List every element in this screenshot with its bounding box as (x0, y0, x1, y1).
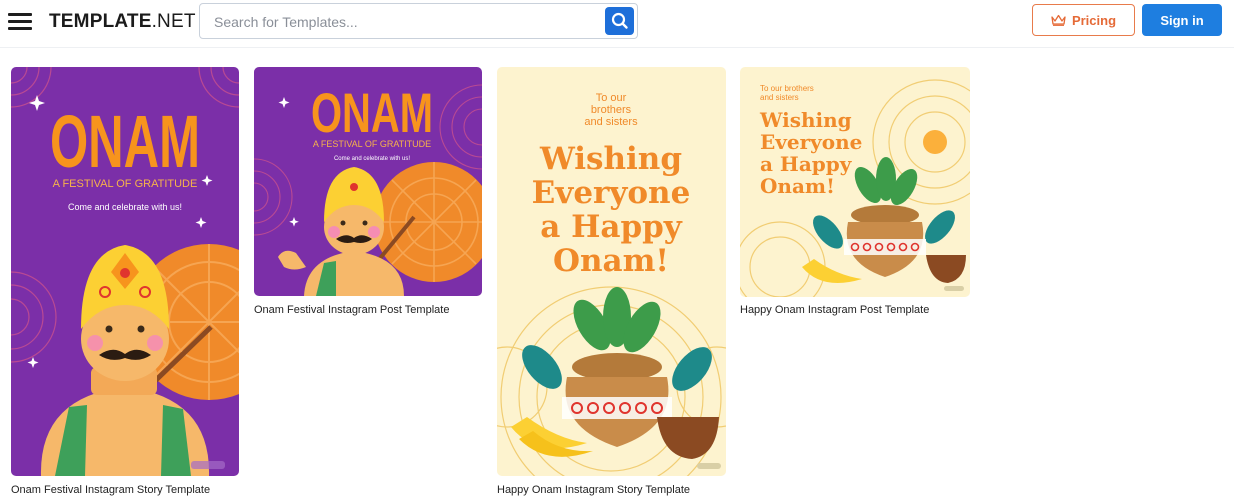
template-title[interactable]: Happy Onam Instagram Post Template (740, 304, 929, 316)
card-art-subtitle: A FESTIVAL OF GRATITUDE (53, 178, 198, 190)
card-art-wish: Wishing (539, 141, 682, 177)
signin-button[interactable]: Sign in (1142, 4, 1222, 36)
card-art-tagline: Come and celebrate with us! (68, 202, 182, 212)
card-art-subtitle: A FESTIVAL OF GRATITUDE (313, 139, 431, 149)
pricing-label: Pricing (1071, 12, 1117, 28)
card-art-wish: Everyone (760, 130, 862, 154)
card-art-intro: To our (596, 92, 627, 104)
card-art-wish: Onam! (553, 243, 669, 279)
menu-icon[interactable] (8, 13, 32, 33)
card-art-intro: and sisters (584, 116, 638, 128)
card-art-wish: Everyone (532, 175, 691, 211)
card-art-intro: To our brothers (760, 84, 814, 93)
template-thumbnail[interactable]: To our brothers and sisters Wishing Ever… (497, 67, 726, 476)
template-thumbnail[interactable]: ONAM A FESTIVAL OF GRATITUDE Come and ce… (254, 67, 482, 296)
pricing-button[interactable]: Pricing (1032, 4, 1135, 36)
template-thumbnail[interactable]: ONAM A FESTIVAL OF GRATITUDE Come and ce… (11, 67, 239, 476)
top-header: TEMPLATE.NET Pricing Sign in (0, 0, 1234, 48)
site-logo[interactable]: TEMPLATE.NET (49, 11, 196, 33)
search-icon (611, 12, 628, 29)
card-art-wish: Onam! (760, 174, 835, 198)
card-art-title: ONAM (50, 100, 200, 183)
card-art-intro: brothers (591, 104, 632, 116)
search-input[interactable] (214, 12, 594, 32)
template-title[interactable]: Onam Festival Instagram Story Template (11, 484, 210, 496)
card-art-wish: Wishing (759, 108, 852, 132)
template-title[interactable]: Onam Festival Instagram Post Template (254, 304, 449, 316)
crown-icon (1051, 14, 1066, 26)
signin-label: Sign in (1160, 12, 1204, 28)
card-art-wish: a Happy (760, 152, 853, 176)
card-art-tagline: Come and celebrate with us! (334, 156, 410, 162)
template-thumbnail[interactable]: To our brothers and sisters Wishing Ever… (740, 67, 970, 297)
card-art-intro: and sisters (760, 93, 799, 102)
card-art-wish: a Happy (540, 209, 683, 245)
template-title[interactable]: Happy Onam Instagram Story Template (497, 484, 690, 496)
search-bar (199, 3, 638, 39)
search-button[interactable] (605, 7, 634, 35)
card-art-title: ONAM (311, 81, 433, 144)
